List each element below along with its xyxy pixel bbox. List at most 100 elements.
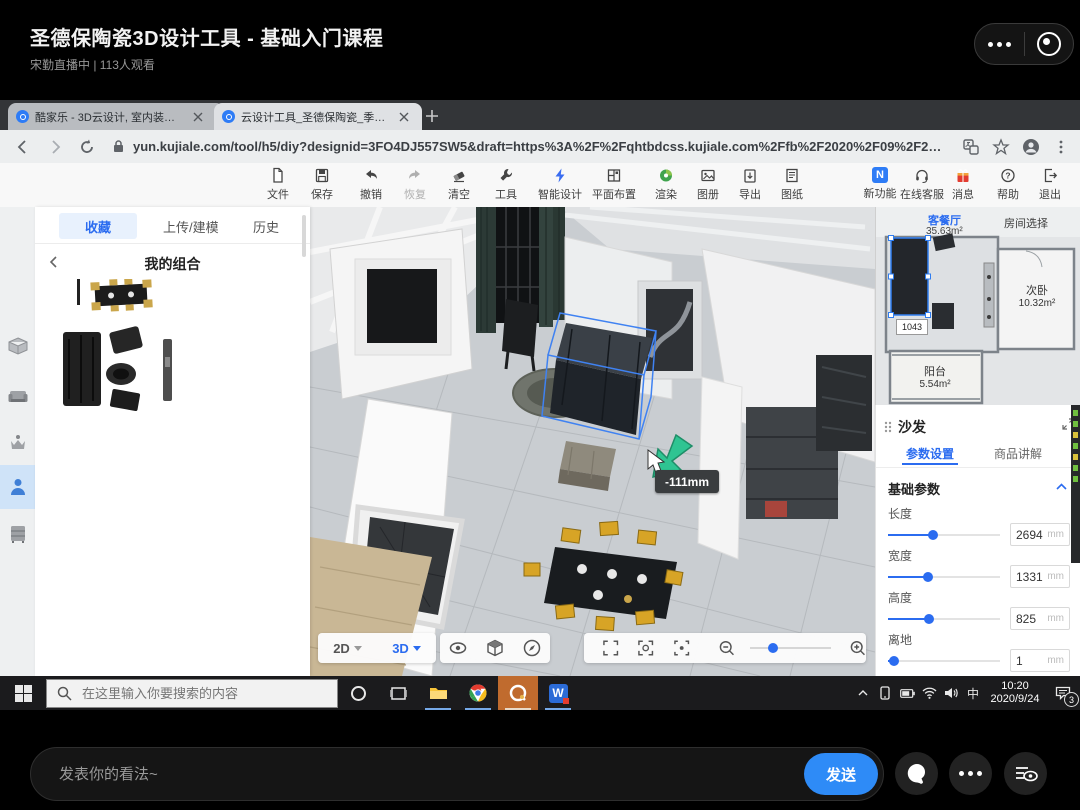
thumb-living-set[interactable] [63, 326, 172, 412]
scene-media-wall[interactable] [367, 269, 437, 343]
toolbar-smart-design[interactable]: 智能设计 [530, 167, 590, 202]
tray-device-button[interactable] [874, 676, 896, 710]
focus-center-button[interactable] [673, 639, 690, 657]
drag-handle-icon[interactable] [884, 421, 892, 433]
file-explorer-button[interactable] [418, 676, 458, 710]
windows-logo-icon [15, 685, 32, 702]
tab-product-explain[interactable]: 商品讲解 [994, 445, 1042, 462]
cube-view-button[interactable] [486, 639, 504, 657]
param-width-label: 宽度 [888, 547, 912, 564]
tab-upload-modeling[interactable]: 上传/建模 [153, 213, 229, 239]
danmaku-toggle-button[interactable] [1004, 752, 1047, 795]
tray-wifi-button[interactable] [918, 676, 940, 710]
category-hard-decor[interactable] [0, 325, 35, 369]
tab-close-icon[interactable] [399, 112, 409, 122]
chrome-button[interactable] [458, 676, 498, 710]
url-field[interactable]: yun.kujiale.com/tool/h5/diy?designid=3FO… [112, 139, 950, 154]
chat-more-button[interactable] [949, 752, 992, 795]
search-icon [57, 686, 72, 701]
category-cabinet[interactable] [0, 512, 35, 556]
tray-chevron-button[interactable] [852, 676, 874, 710]
browser-tab-2-active[interactable]: 云设计工具_圣德保陶瓷_季风-保... [214, 103, 422, 130]
room-label-balcony[interactable]: 阳台5.54m² [904, 363, 966, 390]
back-icon[interactable] [14, 138, 32, 156]
tab-parameter-settings[interactable]: 参数设置 [906, 445, 954, 462]
param-width-input[interactable]: 1331mm [1010, 565, 1070, 588]
refresh-icon[interactable] [78, 138, 96, 156]
selection-dimension: 1043 [896, 319, 928, 335]
param-height-slider[interactable] [888, 618, 1000, 620]
cortana-icon [350, 685, 367, 702]
toolbar-exit[interactable]: 退出 [1020, 167, 1080, 202]
mode-2d-button[interactable]: 2D [333, 641, 362, 656]
translate-icon[interactable] [962, 138, 980, 156]
category-decoration[interactable] [0, 421, 35, 465]
taskbar-clock[interactable]: 10:202020/9/24 [984, 680, 1046, 706]
chat-input-pill[interactable]: 发送 [30, 747, 884, 801]
floorplan-selected-sofa[interactable] [889, 236, 931, 318]
zoom-slider-thumb[interactable] [768, 643, 778, 653]
param-offground-slider[interactable] [888, 660, 1000, 662]
capture-settings-button[interactable] [637, 639, 654, 657]
param-width-slider[interactable] [888, 576, 1000, 578]
scene-coffee-stool[interactable] [558, 441, 616, 491]
headset-icon [914, 167, 930, 184]
kujiale-app-button[interactable] [498, 676, 538, 710]
viewport-scrollbar-strip[interactable] [1071, 405, 1080, 563]
taskbar-search-box[interactable] [46, 679, 338, 708]
section-basic-params: 基础参数 [888, 479, 940, 498]
browser-tab-1[interactable]: 酷家乐 - 3D云设计, 室内装修效... [8, 103, 224, 130]
zoom-slider[interactable] [750, 647, 831, 649]
floorplan-minimap[interactable]: 客餐厅 35.63m² 房间选择 1043 4 次卧10.32m² 阳台5.54… [875, 207, 1080, 405]
thumb-dining-set[interactable] [90, 279, 153, 312]
mode-3d-button[interactable]: 3D [392, 641, 421, 656]
bookmark-star-icon[interactable] [992, 138, 1010, 156]
toolbar-drawings[interactable]: 图纸 [762, 167, 822, 202]
category-strip [0, 207, 36, 676]
panel-scrollbar[interactable] [302, 215, 306, 257]
tab-history[interactable]: 历史 [243, 213, 289, 239]
tray-battery-button[interactable] [896, 676, 918, 710]
room-label-bedroom[interactable]: 次卧10.32m² [1006, 282, 1068, 309]
param-length-input[interactable]: 2694mm [1010, 523, 1070, 546]
section-title: 我的组合 [35, 254, 310, 274]
category-people-selected[interactable] [0, 465, 35, 509]
send-button[interactable]: 发送 [804, 753, 878, 795]
cortana-button[interactable] [338, 676, 378, 710]
forward-icon[interactable] [46, 138, 64, 156]
compass-button[interactable] [523, 639, 541, 657]
param-length-slider[interactable] [888, 534, 1000, 536]
stream-subtitle: 宋勤直播中 | 113人观看 [30, 56, 155, 73]
tray-volume-button[interactable] [940, 676, 962, 710]
chat-input[interactable] [57, 765, 804, 784]
3d-viewport-scene[interactable] [310, 207, 875, 676]
browser-menu-kebab-icon[interactable] [1052, 138, 1070, 156]
ime-indicator[interactable]: 中 [962, 676, 984, 710]
collapse-chevron-icon[interactable] [1056, 483, 1067, 490]
zoom-in-button[interactable] [849, 639, 866, 657]
notification-center-button[interactable]: 3 [1046, 676, 1080, 710]
my-combination-thumbnails[interactable] [55, 279, 205, 414]
new-tab-button[interactable] [424, 108, 440, 124]
room-selector[interactable]: 房间选择 [1004, 215, 1048, 231]
task-view-button[interactable] [378, 676, 418, 710]
zoom-out-button[interactable] [718, 639, 735, 657]
more-button[interactable] [975, 24, 1024, 64]
exit-icon [1042, 167, 1058, 184]
start-button[interactable] [0, 676, 46, 710]
param-height-input[interactable]: 825mm [1010, 607, 1070, 630]
record-icon [1037, 32, 1061, 56]
search-input[interactable] [80, 685, 324, 702]
param-offground-input[interactable]: 1mm [1010, 649, 1070, 672]
screenshot-marquee-button[interactable] [602, 639, 619, 657]
toolbar-floorplan-layout[interactable]: 平面布置 [584, 167, 644, 202]
toolbar-tools[interactable]: 工具 [476, 167, 536, 202]
tab-close-icon[interactable] [193, 112, 203, 122]
category-furniture[interactable] [0, 373, 35, 417]
emoji-profile-button[interactable] [895, 752, 938, 795]
visibility-eye-button[interactable] [449, 639, 467, 657]
record-button[interactable] [1025, 24, 1074, 64]
wps-app-button[interactable]: W [538, 676, 578, 710]
profile-avatar-icon[interactable] [1022, 138, 1040, 156]
tab-favorites[interactable]: 收藏 [59, 213, 137, 239]
